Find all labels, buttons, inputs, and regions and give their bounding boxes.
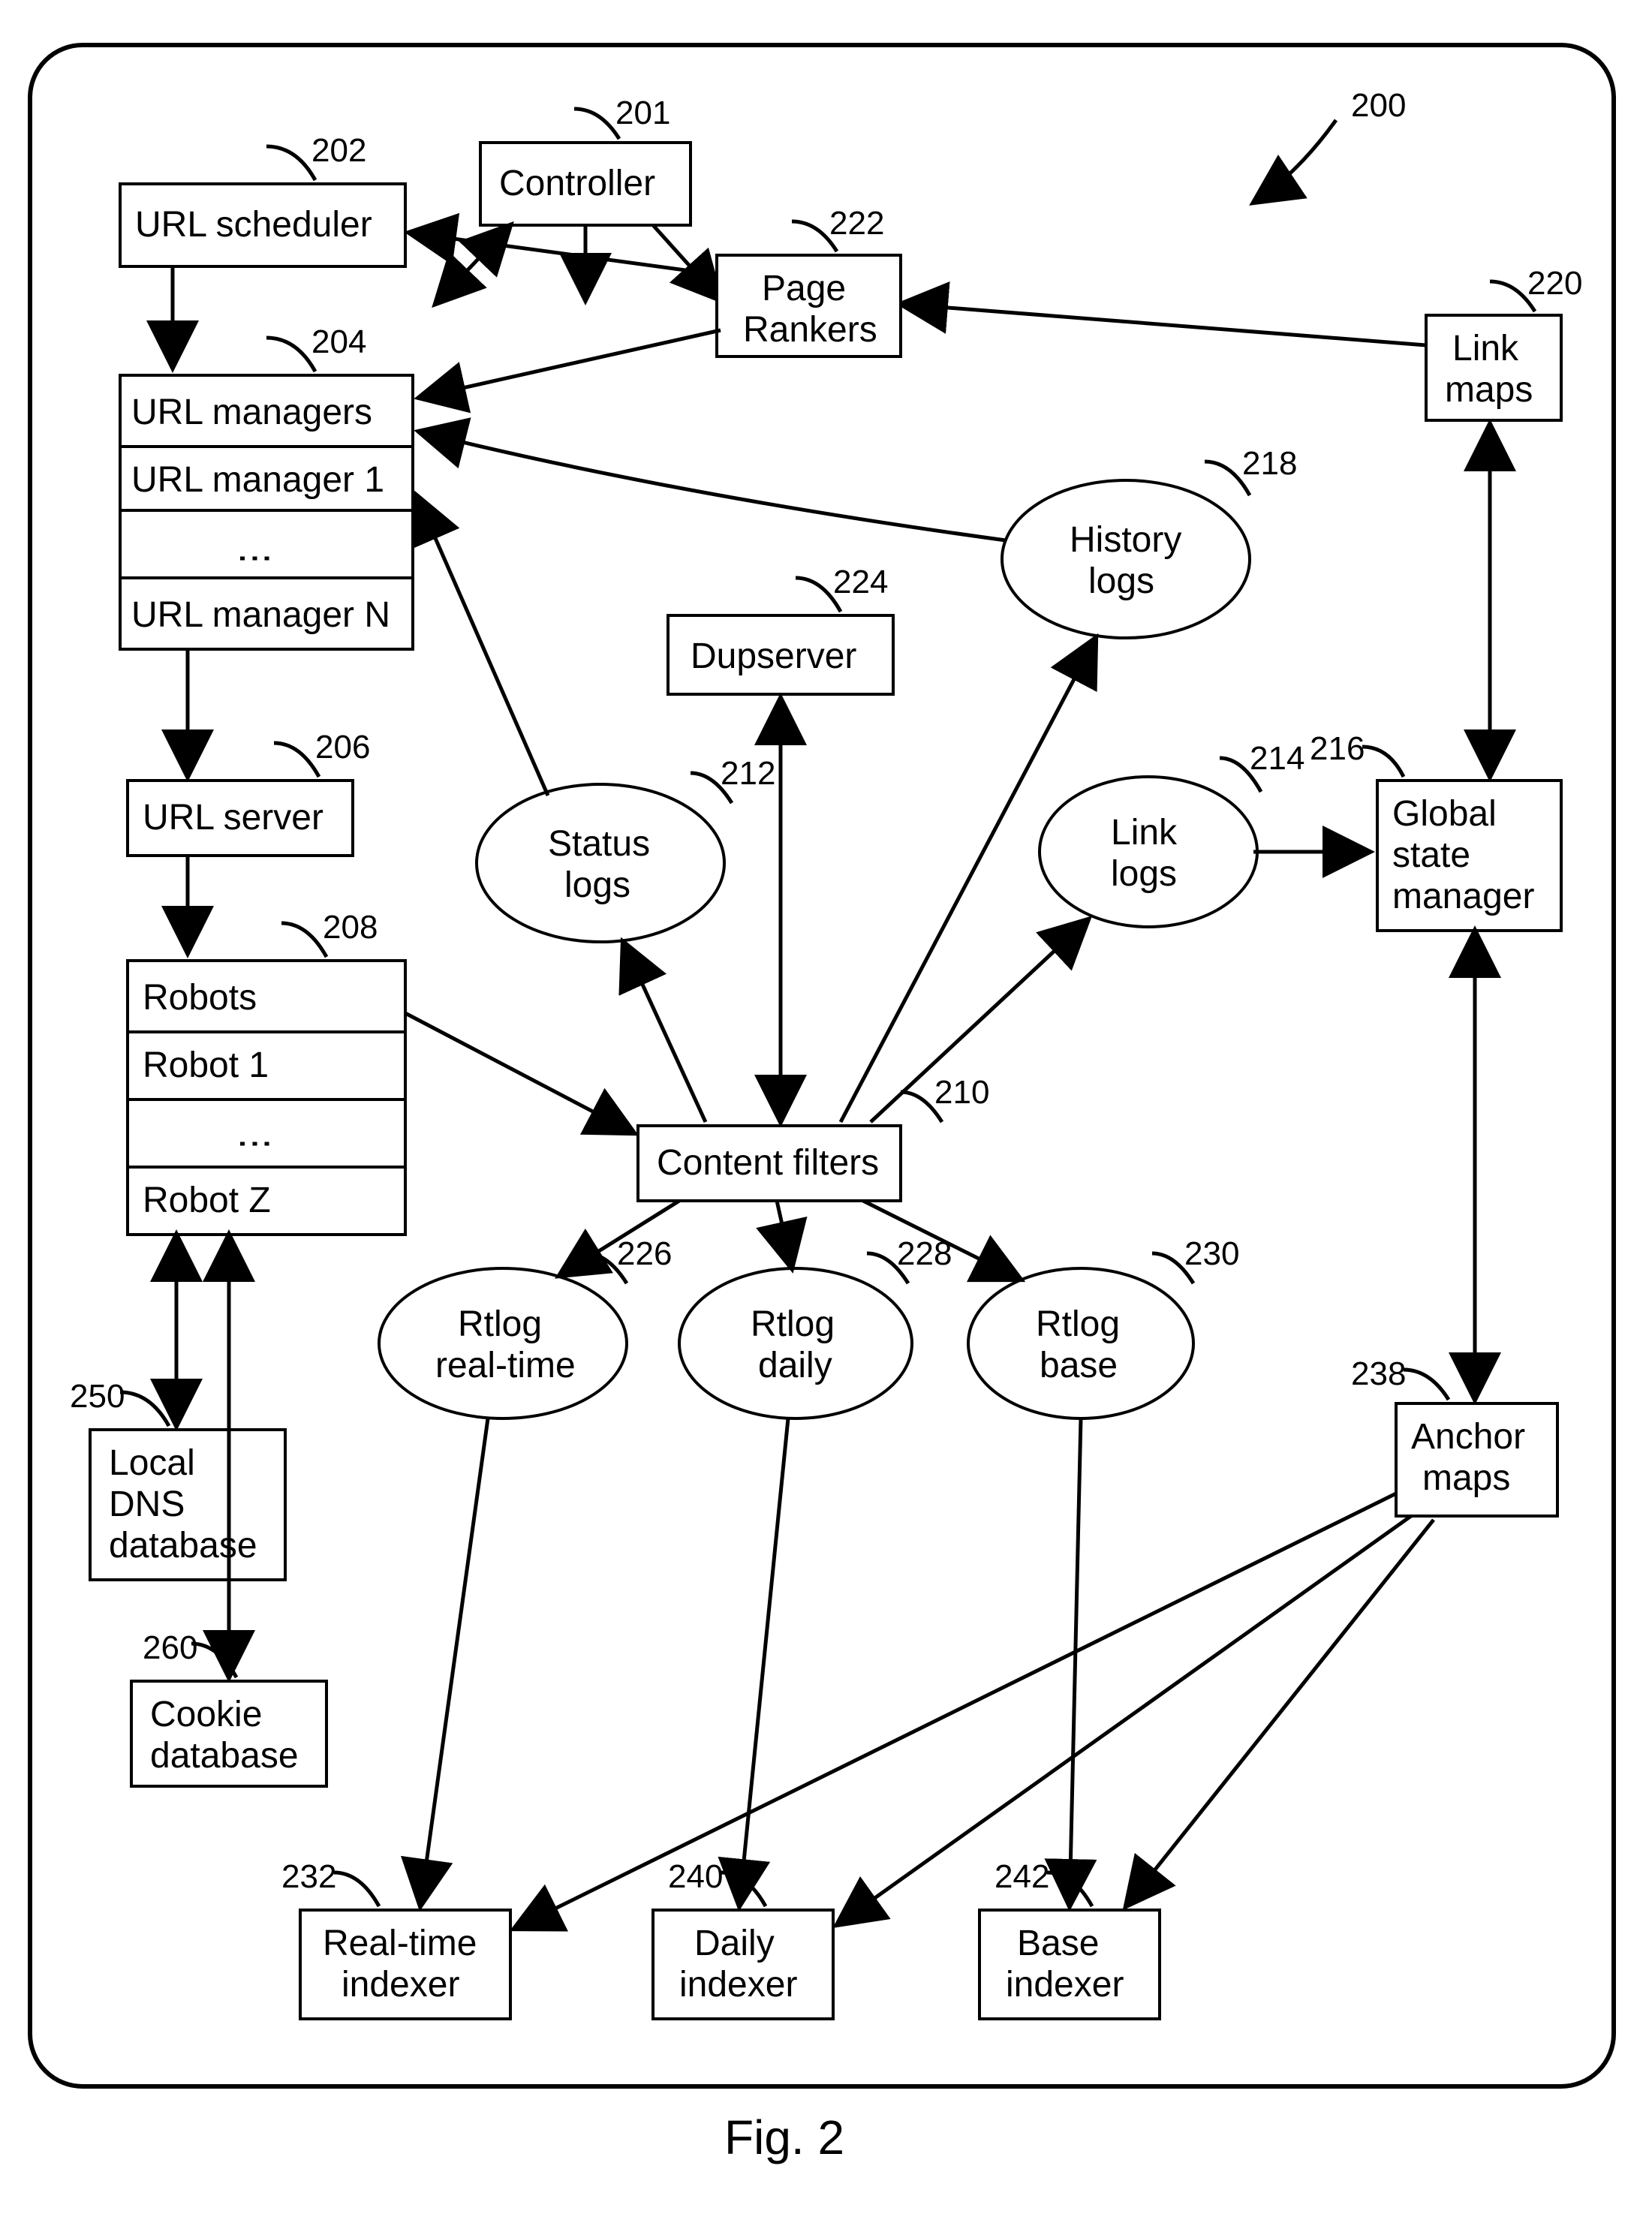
- rtlog-base-l2: base: [1040, 1346, 1118, 1385]
- ref-216: 216: [1310, 730, 1365, 767]
- rtlog-rt-l2: real-time: [435, 1346, 576, 1385]
- link-maps-l1: Link: [1452, 329, 1519, 368]
- url-server-label: URL server: [143, 798, 323, 838]
- content-filters-label: Content filters: [657, 1143, 879, 1183]
- ref-224: 224: [833, 564, 888, 600]
- history-logs-l2: logs: [1088, 561, 1154, 601]
- ref-214: 214: [1250, 740, 1304, 777]
- history-logs-l1: History: [1070, 520, 1181, 560]
- robots-header: Robots: [143, 978, 257, 1018]
- figure-caption: Fig. 2: [724, 2110, 844, 2164]
- link-maps-l2: maps: [1445, 370, 1533, 410]
- ref-238: 238: [1351, 1355, 1406, 1392]
- rtlog-daily-l2: daily: [758, 1346, 832, 1385]
- ref-250: 250: [70, 1378, 125, 1415]
- rtlog-daily-l1: Rtlog: [751, 1304, 835, 1344]
- ref-212: 212: [721, 755, 775, 792]
- robots-rown: Robot Z: [143, 1181, 271, 1220]
- ref-210: 210: [934, 1074, 989, 1111]
- cookie-db-l1: Cookie: [150, 1695, 262, 1734]
- ref-201: 201: [615, 95, 670, 131]
- ref-208: 208: [323, 909, 378, 946]
- local-dns-l1: Local: [109, 1443, 195, 1483]
- url-managers-rown: URL manager N: [131, 595, 390, 635]
- page-rankers-l2: Rankers: [743, 310, 877, 350]
- ref-202: 202: [311, 132, 366, 169]
- rt-indexer-l2: indexer: [342, 1965, 459, 2005]
- ref-206: 206: [315, 729, 370, 766]
- rtlog-rt-l1: Rtlog: [458, 1304, 542, 1344]
- ref-218: 218: [1242, 445, 1297, 482]
- base-indexer-l2: indexer: [1006, 1965, 1124, 2005]
- rt-indexer-l1: Real-time: [323, 1924, 477, 1963]
- link-logs-l1: Link: [1111, 813, 1178, 853]
- rtlog-base-l1: Rtlog: [1036, 1304, 1120, 1344]
- ref-200: 200: [1351, 87, 1406, 124]
- gsm-l3: manager: [1392, 877, 1534, 916]
- ref-232: 232: [281, 1858, 336, 1895]
- page-rankers-l1: Page: [762, 269, 846, 308]
- cookie-db-l2: database: [150, 1736, 299, 1776]
- status-logs-l2: logs: [564, 865, 630, 905]
- ref-222: 222: [829, 205, 884, 242]
- daily-indexer-l1: Daily: [694, 1924, 775, 1963]
- ref-240: 240: [668, 1858, 723, 1895]
- robots-row1: Robot 1: [143, 1045, 269, 1085]
- url-managers-header: URL managers: [131, 393, 372, 432]
- dupserver-label: Dupserver: [691, 636, 856, 676]
- ref-230: 230: [1184, 1235, 1239, 1272]
- anchor-maps-l2: maps: [1422, 1458, 1510, 1498]
- anchor-maps-l1: Anchor: [1411, 1417, 1525, 1457]
- local-dns-l2: DNS: [109, 1484, 185, 1524]
- gsm-l2: state: [1392, 835, 1470, 875]
- ellipsis-icon: ⋮: [236, 540, 275, 576]
- ref-242: 242: [995, 1858, 1049, 1895]
- ref-226: 226: [617, 1235, 672, 1272]
- url-managers-row1: URL manager 1: [131, 460, 384, 500]
- ref-204: 204: [311, 323, 366, 360]
- link-logs-l2: logs: [1111, 854, 1177, 894]
- ellipsis-icon-2: ⋮: [236, 1126, 275, 1162]
- status-logs-l1: Status: [548, 824, 650, 864]
- daily-indexer-l2: indexer: [679, 1965, 797, 2005]
- ref-260: 260: [143, 1629, 197, 1666]
- controller-label: Controller: [499, 164, 655, 203]
- ref-220: 220: [1527, 265, 1582, 302]
- local-dns-l3: database: [109, 1526, 257, 1566]
- gsm-l1: Global: [1392, 794, 1497, 834]
- url-scheduler-label: URL scheduler: [135, 205, 372, 245]
- base-indexer-l1: Base: [1017, 1924, 1099, 1963]
